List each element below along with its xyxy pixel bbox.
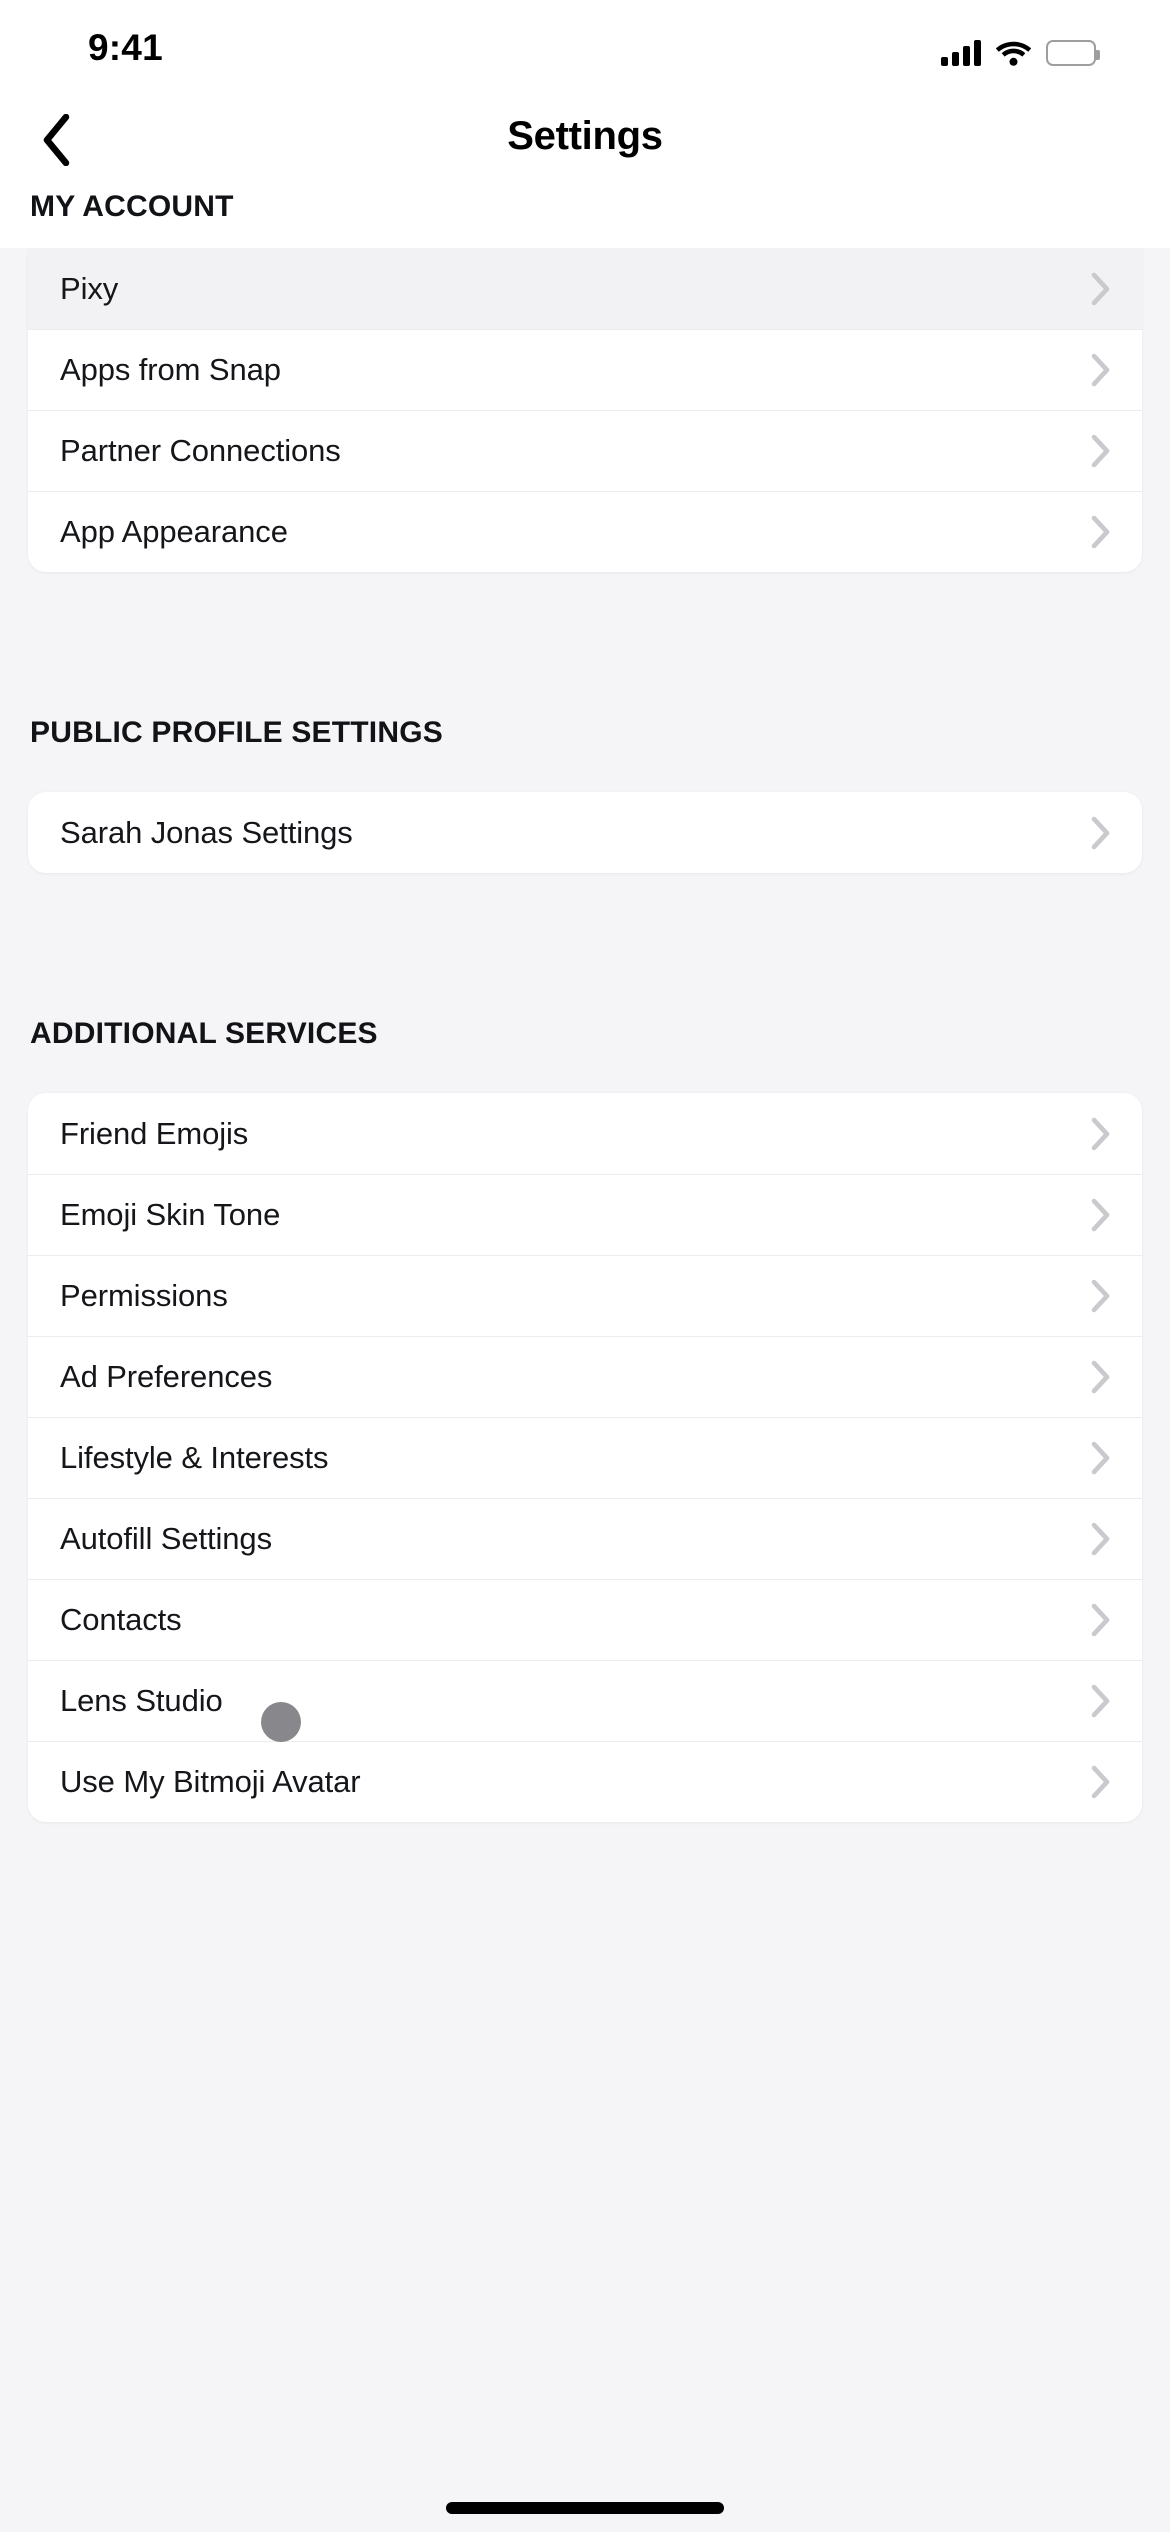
settings-row-label: Use My Bitmoji Avatar	[60, 1764, 361, 1799]
settings-row-lens-studio[interactable]: Lens Studio	[28, 1660, 1142, 1741]
cellular-signal-icon	[941, 40, 981, 66]
phone-screen: Pixy Apps from Snap Partner Connections App…	[0, 0, 1170, 2532]
settings-row-label: App Appearance	[60, 514, 288, 549]
settings-row-emoji-skin-tone[interactable]: Emoji Skin Tone	[28, 1174, 1142, 1255]
settings-row-pixy[interactable]: Pixy	[28, 248, 1142, 329]
settings-row-label: Emoji Skin Tone	[60, 1197, 281, 1232]
chevron-right-icon	[1091, 1441, 1111, 1475]
app-header: 9:41 Settings MY ACCOUNT	[0, 0, 1170, 248]
settings-card-public-profile-settings: Sarah Jonas Settings	[28, 792, 1142, 873]
settings-row-autofill-settings[interactable]: Autofill Settings	[28, 1498, 1142, 1579]
chevron-right-icon	[1091, 816, 1111, 850]
settings-row-contacts[interactable]: Contacts	[28, 1579, 1142, 1660]
chevron-right-icon	[1091, 434, 1111, 468]
settings-card-my-account: Pixy Apps from Snap Partner Connections App…	[28, 248, 1142, 572]
settings-row-sarah-jonas-settings[interactable]: Sarah Jonas Settings	[28, 792, 1142, 873]
settings-row-label: Contacts	[60, 1602, 182, 1637]
settings-row-label: Sarah Jonas Settings	[60, 815, 353, 850]
settings-card-additional-services: Friend Emojis Emoji Skin Tone Permissions A…	[28, 1093, 1142, 1822]
settings-row-ad-preferences[interactable]: Ad Preferences	[28, 1336, 1142, 1417]
settings-row-label: Friend Emojis	[60, 1116, 249, 1151]
chevron-right-icon	[1091, 515, 1111, 549]
settings-row-label: Pixy	[60, 271, 119, 306]
settings-row-friend-emojis[interactable]: Friend Emojis	[28, 1093, 1142, 1174]
settings-row-use-my-bitmoji-avatar[interactable]: Use My Bitmoji Avatar	[28, 1741, 1142, 1822]
chevron-right-icon	[1091, 1279, 1111, 1313]
card-spacer	[0, 572, 1170, 654]
settings-row-label: Lens Studio	[60, 1683, 223, 1718]
section-heading-public-profile-settings: PUBLIC PROFILE SETTINGS	[30, 716, 443, 749]
chevron-right-icon	[1091, 1360, 1111, 1394]
chevron-right-icon	[1091, 1684, 1111, 1718]
status-bar: 9:41	[0, 0, 1170, 96]
status-bar-time: 9:41	[88, 27, 163, 68]
chevron-right-icon	[1091, 1765, 1111, 1799]
chevron-right-icon	[1091, 353, 1111, 387]
section-heading-my-account: MY ACCOUNT	[30, 190, 234, 223]
home-indicator-bar	[446, 2502, 724, 2514]
page-title: Settings	[507, 114, 663, 158]
chevron-right-icon	[1091, 1522, 1111, 1556]
settings-row-label: Ad Preferences	[60, 1359, 273, 1394]
settings-scroll-area[interactable]: Pixy Apps from Snap Partner Connections App…	[0, 0, 1170, 2532]
settings-row-label: Permissions	[60, 1278, 228, 1313]
heading-spacer	[0, 748, 1170, 792]
card-spacer	[0, 873, 1170, 955]
chevron-right-icon	[1091, 1198, 1111, 1232]
status-bar-icons	[941, 34, 1100, 66]
settings-row-label: Autofill Settings	[60, 1521, 272, 1556]
navigation-bar: Settings	[0, 96, 1170, 184]
chevron-right-icon	[1091, 272, 1111, 306]
section-heading-additional-services: ADDITIONAL SERVICES	[30, 1017, 378, 1050]
chevron-right-icon	[1091, 1603, 1111, 1637]
wifi-icon	[996, 40, 1031, 66]
settings-row-label: Partner Connections	[60, 433, 341, 468]
settings-row-partner-connections[interactable]: Partner Connections	[28, 410, 1142, 491]
settings-row-apps-from-snap[interactable]: Apps from Snap	[28, 329, 1142, 410]
settings-row-label: Apps from Snap	[60, 352, 281, 387]
settings-row-lifestyle-and-interests[interactable]: Lifestyle & Interests	[28, 1417, 1142, 1498]
chevron-right-icon	[1091, 1117, 1111, 1151]
battery-full-icon	[1046, 40, 1100, 66]
settings-row-label: Lifestyle & Interests	[60, 1440, 329, 1475]
settings-row-app-appearance[interactable]: App Appearance	[28, 491, 1142, 572]
settings-row-permissions[interactable]: Permissions	[28, 1255, 1142, 1336]
settings-list: Pixy Apps from Snap Partner Connections App…	[0, 248, 1170, 1822]
heading-spacer	[0, 1049, 1170, 1093]
